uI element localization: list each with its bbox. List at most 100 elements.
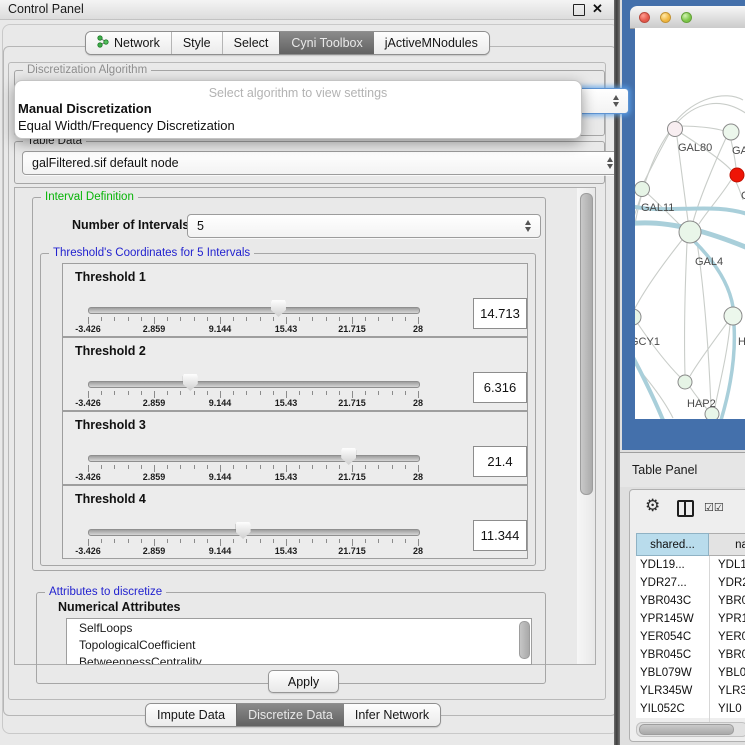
- tick-mark: [101, 317, 102, 321]
- tab-select[interactable]: Select: [222, 32, 280, 54]
- threshold-value-field[interactable]: 14.713: [473, 298, 527, 329]
- threshold-panel-4: Threshold 4-3.4262.8599.14415.4321.71528…: [62, 485, 528, 559]
- tick-label: 9.144: [209, 472, 232, 482]
- tick-mark: [233, 317, 234, 321]
- cell-shared-name: YBL079W: [636, 667, 709, 679]
- tick-mark: [352, 391, 353, 398]
- tick-mark: [114, 539, 115, 543]
- threshold-label: Threshold 1: [75, 270, 146, 284]
- tick-mark: [88, 317, 89, 324]
- tick-label: 2.859: [143, 472, 166, 482]
- tab-cyni-toolbox[interactable]: Cyni Toolbox: [279, 32, 373, 54]
- tick-mark: [260, 391, 261, 395]
- list-item[interactable]: SelfLoops: [67, 619, 531, 636]
- number-of-intervals-combobox[interactable]: 5: [187, 214, 541, 238]
- table-rows: YDL19...YDL1YDR27...YDR2YBR043CYBR0YPR14…: [636, 556, 745, 718]
- tick-mark: [88, 465, 89, 472]
- tab-infer-network[interactable]: Infer Network: [344, 704, 440, 726]
- slider-track[interactable]: [88, 381, 420, 388]
- list-scrollbar-thumb[interactable]: [519, 621, 530, 659]
- tick-label: 21.715: [338, 472, 366, 482]
- table-row[interactable]: YER054CYER0: [636, 628, 745, 646]
- panel-title: Control Panel: [8, 2, 84, 16]
- settings-scrollbar[interactable]: [577, 187, 596, 665]
- table-row[interactable]: YBR045CYBR0: [636, 646, 745, 664]
- tick-mark: [418, 391, 419, 398]
- float-panel-icon[interactable]: [573, 4, 585, 16]
- network-node[interactable]: [635, 182, 650, 197]
- table-row[interactable]: YDL19...YDL1: [636, 556, 745, 574]
- tick-mark: [101, 539, 102, 543]
- tick-mark: [378, 317, 379, 321]
- algorithm-group-title: Discretization Algorithm: [23, 64, 151, 76]
- scrollbar-thumb[interactable]: [639, 724, 734, 735]
- tick-mark: [418, 465, 419, 472]
- cell-shared-name: YLR345W: [636, 685, 709, 697]
- threshold-value-field[interactable]: 21.4: [473, 446, 527, 477]
- table-row[interactable]: YDR27...YDR2: [636, 574, 745, 592]
- table-row[interactable]: YBL079WYBL0: [636, 664, 745, 682]
- slider-thumb[interactable]: [341, 448, 356, 465]
- control-panel-titlebar: Control Panel ✕: [0, 0, 620, 20]
- column-layout-icon[interactable]: [677, 500, 694, 517]
- tab-label: Network: [114, 36, 160, 50]
- tick-mark: [128, 317, 129, 321]
- tick-mark: [339, 317, 340, 321]
- tab-jactivemnodules[interactable]: jActiveMNodules: [374, 32, 489, 54]
- dropdown-item[interactable]: Equal Width/Frequency Discretization: [15, 117, 581, 134]
- slider-track[interactable]: [88, 307, 420, 314]
- column-header-2[interactable]: name: [709, 533, 745, 556]
- table-data-combobox[interactable]: galFiltered.sif default node: [22, 151, 623, 175]
- network-canvas[interactable]: GAL80GACGAL11GAL4GCY1HHAP2: [635, 28, 745, 419]
- table-settings-gear-icon[interactable]: ⚙: [645, 498, 660, 515]
- minimize-window-icon[interactable]: [660, 12, 671, 23]
- scrollbar-thumb[interactable]: [580, 193, 593, 495]
- network-node[interactable]: [730, 168, 744, 182]
- tick-mark: [141, 317, 142, 321]
- network-node[interactable]: [679, 221, 701, 243]
- threshold-value-field[interactable]: 11.344: [473, 520, 527, 551]
- tick-mark: [88, 391, 89, 398]
- slider-thumb[interactable]: [236, 522, 251, 539]
- tick-mark: [260, 317, 261, 321]
- tab-impute-data[interactable]: Impute Data: [146, 704, 236, 726]
- tick-mark: [220, 391, 221, 398]
- slider-track[interactable]: [88, 455, 420, 462]
- tab-network[interactable]: Network: [86, 32, 171, 54]
- network-node[interactable]: [723, 124, 739, 140]
- cell-shared-name: YBR043C: [636, 595, 709, 607]
- slider-track[interactable]: [88, 529, 420, 536]
- list-item[interactable]: TopologicalCoefficient: [67, 636, 531, 653]
- table-row[interactable]: YBR043CYBR0: [636, 592, 745, 610]
- table-row[interactable]: YLR345WYLR3: [636, 682, 745, 700]
- column-header-1[interactable]: shared...: [636, 533, 709, 556]
- apply-button[interactable]: Apply: [268, 670, 339, 693]
- table-row[interactable]: YPR145WYPR1: [636, 610, 745, 628]
- tick-label: -3.426: [75, 546, 101, 556]
- network-node[interactable]: [724, 307, 742, 325]
- close-window-icon[interactable]: [639, 12, 650, 23]
- tick-mark: [141, 539, 142, 543]
- dropdown-item[interactable]: Manual Discretization: [15, 100, 581, 117]
- tick-mark: [194, 539, 195, 543]
- tab-label: Select: [234, 36, 269, 50]
- network-node[interactable]: [668, 122, 683, 137]
- numerical-attributes-list[interactable]: SelfLoopsTopologicalCoefficientBetweenne…: [66, 618, 532, 665]
- tab-style[interactable]: Style: [171, 32, 222, 54]
- list-item[interactable]: BetweennessCentrality: [67, 653, 531, 665]
- select-columns-icon[interactable]: ☑☑: [704, 501, 724, 514]
- table-horizontal-scrollbar[interactable]: [636, 722, 745, 737]
- network-node[interactable]: [678, 375, 692, 389]
- table-panel-title: Table Panel: [632, 463, 697, 477]
- slider-thumb[interactable]: [271, 300, 286, 317]
- close-panel-icon[interactable]: ✕: [592, 1, 603, 17]
- zoom-window-icon[interactable]: [681, 12, 692, 23]
- threshold-value-field[interactable]: 6.316: [473, 372, 527, 403]
- network-node[interactable]: [635, 309, 641, 325]
- cell-shared-name: YPR145W: [636, 613, 709, 625]
- slider-thumb[interactable]: [183, 374, 198, 391]
- tab-discretize-data[interactable]: Discretize Data: [236, 704, 344, 726]
- table-row[interactable]: YIL052CYIL0: [636, 700, 745, 718]
- tick-label: 15.43: [275, 546, 298, 556]
- tick-label: 28: [413, 324, 423, 334]
